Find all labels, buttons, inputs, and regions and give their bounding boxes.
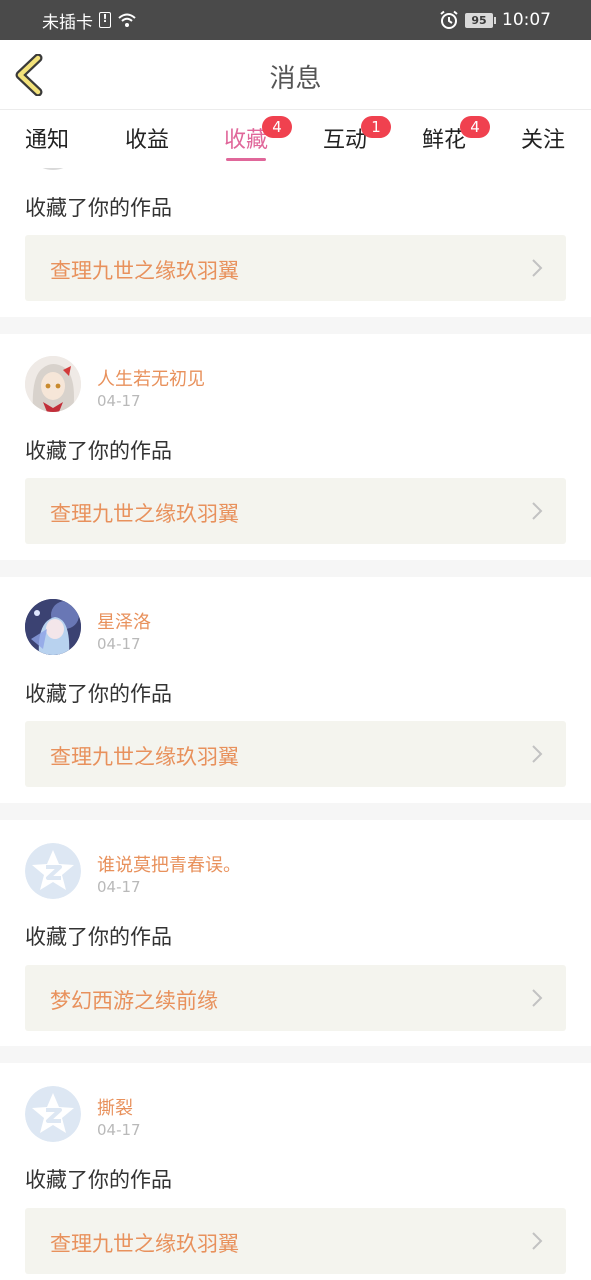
username[interactable]: 撕裂: [97, 1094, 133, 1120]
tab-label: 鲜花: [421, 128, 466, 153]
chevron-right-icon: [532, 745, 543, 763]
action-text: 收藏了你的作品: [25, 1168, 172, 1192]
username[interactable]: 星泽洛: [97, 608, 151, 634]
work-link[interactable]: 查理九世之缘玖羽翼: [25, 1208, 566, 1274]
list-item: 星泽洛 04-17 收藏了你的作品 查理九世之缘玖羽翼: [0, 577, 591, 803]
avatar[interactable]: [25, 168, 81, 170]
sim-alert-icon: !: [99, 12, 111, 28]
divider: [0, 560, 591, 577]
work-title: 查理九世之缘玖羽翼: [50, 502, 239, 526]
clock: 10:07: [502, 10, 551, 30]
action-text: 收藏了你的作品: [25, 682, 172, 706]
default-avatar-icon[interactable]: [25, 843, 81, 899]
tab-label: 收藏: [223, 128, 268, 153]
tab-badge: 4: [262, 116, 292, 138]
tab-label: 通知: [24, 128, 69, 153]
tab-label: 互动: [322, 128, 367, 153]
avatar[interactable]: [25, 356, 81, 412]
work-title: 查理九世之缘玖羽翼: [50, 1232, 239, 1256]
wifi-icon: [118, 13, 136, 27]
status-bar: 未插卡 ! 95 10:07: [0, 0, 591, 40]
chevron-right-icon: [532, 259, 543, 277]
default-avatar-icon[interactable]: [25, 1086, 81, 1142]
chevron-right-icon: [532, 1232, 543, 1250]
tab-flowers[interactable]: 鲜花 4: [404, 116, 490, 154]
active-tab-indicator: [226, 158, 266, 161]
list-item: 谁说莫把青春误。 04-17 收藏了你的作品 梦幻西游之续前缘: [0, 820, 591, 1046]
tab-favorites[interactable]: 收藏 4: [206, 116, 292, 161]
battery-icon: 95: [465, 12, 496, 28]
work-title: 查理九世之缘玖羽翼: [50, 259, 239, 283]
list-item: 撕裂 04-17 收藏了你的作品 查理九世之缘玖羽翼: [0, 1063, 591, 1280]
work-link[interactable]: 梦幻西游之续前缘: [25, 965, 566, 1031]
timestamp: 04-17: [97, 392, 141, 410]
alarm-icon: [440, 10, 458, 29]
tab-interactions[interactable]: 互动 1: [305, 116, 391, 154]
action-text: 收藏了你的作品: [25, 196, 172, 220]
tab-label: 收益: [124, 128, 169, 153]
page-title: 消息: [269, 64, 322, 94]
tab-bar: 通知 收益 收藏 4 互动 1 鲜花 4 关注: [0, 110, 591, 168]
chevron-right-icon: [532, 989, 543, 1007]
timestamp: 04-17: [97, 878, 141, 896]
work-link[interactable]: 查理九世之缘玖羽翼: [25, 478, 566, 544]
work-link[interactable]: 查理九世之缘玖羽翼: [25, 721, 566, 787]
tab-badge: 1: [361, 116, 391, 138]
username[interactable]: 人生若无初见: [97, 365, 205, 391]
timestamp: 04-17: [97, 1121, 141, 1139]
tab-notifications[interactable]: 通知: [7, 122, 87, 154]
tab-label: 关注: [520, 128, 565, 153]
divider: [0, 803, 591, 820]
tab-badge: 4: [460, 116, 490, 138]
divider: [0, 317, 591, 334]
list-item: 人生若无初见 04-17 收藏了你的作品 查理九世之缘玖羽翼: [0, 334, 591, 560]
chevron-right-icon: [532, 502, 543, 520]
avatar[interactable]: [25, 599, 81, 655]
carrier-label: 未插卡: [42, 12, 93, 33]
action-text: 收藏了你的作品: [25, 925, 172, 949]
divider: [0, 1046, 591, 1063]
list-item: 收藏了你的作品 查理九世之缘玖羽翼: [0, 168, 591, 317]
timestamp: 04-17: [97, 635, 141, 653]
action-text: 收藏了你的作品: [25, 439, 172, 463]
tab-follow[interactable]: 关注: [503, 122, 583, 154]
battery-level: 95: [465, 12, 493, 28]
username[interactable]: 谁说莫把青春误。: [97, 851, 241, 877]
tab-earnings[interactable]: 收益: [107, 122, 187, 154]
work-link[interactable]: 查理九世之缘玖羽翼: [25, 235, 566, 301]
app-header: 消息: [0, 40, 591, 110]
work-title: 查理九世之缘玖羽翼: [50, 745, 239, 769]
work-title: 梦幻西游之续前缘: [50, 989, 218, 1013]
favorites-feed[interactable]: 收藏了你的作品 查理九世之缘玖羽翼 人生若无初见 04-17 收藏了你的作品 查…: [0, 168, 591, 1280]
